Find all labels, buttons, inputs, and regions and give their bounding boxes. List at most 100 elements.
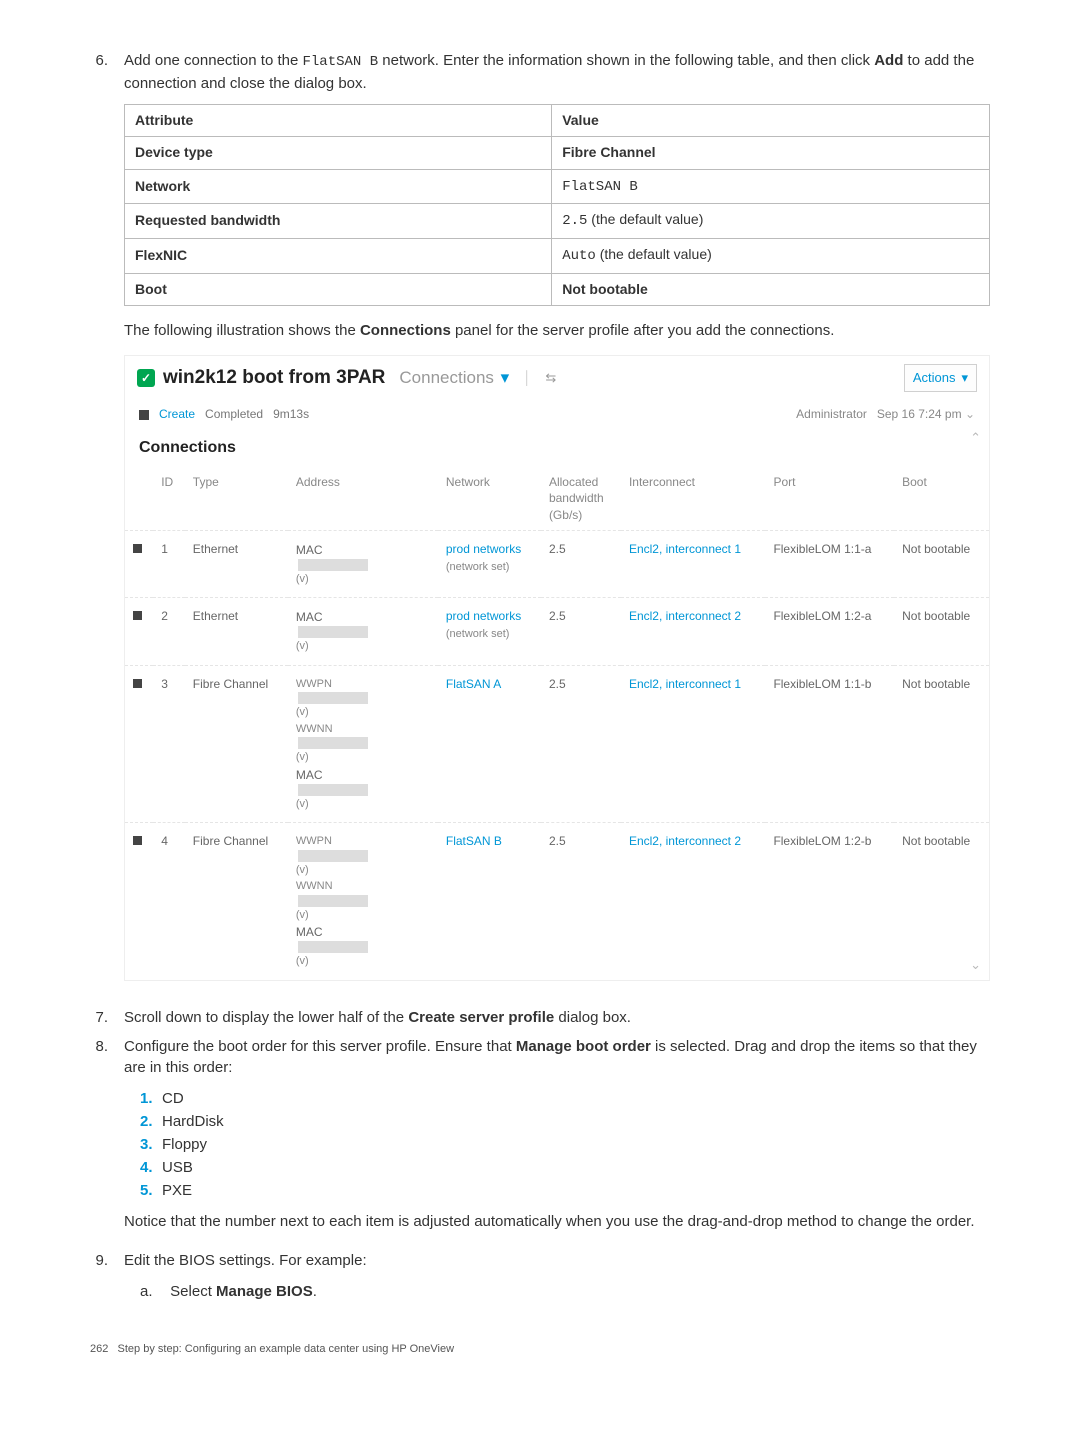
table-row: Device typeFibre Channel <box>125 137 990 170</box>
cell-port: FlexibleLOM 1:2-a <box>765 598 894 666</box>
step8-text: Configure the boot order for this server… <box>124 1036 990 1078</box>
step-7: 7. Scroll down to display the lower half… <box>90 1007 990 1028</box>
attr-cell: FlexNIC <box>125 238 552 273</box>
interconnect-link[interactable]: Encl2, interconnect 1 <box>629 677 741 691</box>
col-address: Address <box>288 468 438 531</box>
order-number: 5. <box>140 1180 162 1201</box>
cell-type: Fibre Channel <box>185 665 288 823</box>
network-link[interactable]: prod networks <box>446 609 521 623</box>
order-label: HardDisk <box>162 1113 224 1130</box>
header-attribute: Attribute <box>125 104 552 137</box>
network-link[interactable]: FlatSAN A <box>446 677 501 691</box>
addr-suffix: (v) <box>296 704 430 721</box>
addr-suffix: (v) <box>296 907 430 924</box>
cell-type: Ethernet <box>185 530 288 598</box>
step-number: 7. <box>90 1007 124 1028</box>
code-inline: FlatSAN B <box>562 179 638 195</box>
chevron-down-icon: ▾ <box>501 368 510 387</box>
value-cell: Fibre Channel <box>552 137 990 170</box>
addr-suffix: WWNN <box>296 878 430 895</box>
addr-label: MAC <box>296 541 430 571</box>
col-type: Type <box>185 468 288 531</box>
page-number: 262 <box>90 1343 108 1355</box>
cell-port: FlexibleLOM 1:1-a <box>765 530 894 598</box>
interconnect-link[interactable]: Encl2, interconnect 2 <box>629 609 741 623</box>
redacted-value <box>298 895 368 907</box>
network-link[interactable]: FlatSAN B <box>446 834 502 848</box>
bold-connections: Connections <box>360 322 451 339</box>
panel-subtitle[interactable]: Connections ▾ <box>399 366 509 390</box>
step-8: 8. Configure the boot order for this ser… <box>90 1036 990 1242</box>
sqcell <box>125 665 153 823</box>
addr-suffix: (v) <box>296 571 430 588</box>
code-inline: 2.5 <box>562 213 587 229</box>
text-fragment: (the default value) <box>587 211 703 227</box>
cell-network: prod networks(network set) <box>438 598 541 666</box>
order-number: 2. <box>140 1111 162 1132</box>
status-row: Create Completed 9m13s Administrator Sep… <box>125 396 989 433</box>
text-fragment: Select <box>170 1283 216 1300</box>
cell-boot: Not bootable <box>894 598 989 666</box>
addr-suffix: WWNN <box>296 721 430 738</box>
conn-table-row: 3Fibre ChannelWWPN(v)WWNN(v)MAC(v)FlatSA… <box>125 665 989 823</box>
cell-boot: Not bootable <box>894 530 989 598</box>
step-number: 6. <box>90 50 124 999</box>
col-boot: Boot <box>894 468 989 531</box>
order-label: PXE <box>162 1182 192 1199</box>
text-fragment: Configure the boot order for this server… <box>124 1038 516 1055</box>
cell-id: 1 <box>153 530 185 598</box>
header-value: Value <box>552 104 990 137</box>
col-network: Network <box>438 468 541 531</box>
boot-order-list: 1.CD2.HardDisk3.Floppy4.USB5.PXE <box>124 1088 990 1201</box>
cell-interconnect: Encl2, interconnect 2 <box>621 823 766 980</box>
table-header-row: Attribute Value <box>125 104 990 137</box>
cell-interconnect: Encl2, interconnect 1 <box>621 665 766 823</box>
network-link[interactable]: prod networks <box>446 542 521 556</box>
row-status-icon <box>133 544 142 553</box>
row-status-icon <box>133 836 142 845</box>
cell-id: 2 <box>153 598 185 666</box>
attr-cell: Device type <box>125 137 552 170</box>
redacted-value <box>298 626 368 638</box>
row-status-icon <box>133 679 142 688</box>
step-body: Edit the BIOS settings. For example: a. … <box>124 1250 990 1312</box>
actions-button[interactable]: Actions ▾ <box>904 364 977 392</box>
interconnect-link[interactable]: Encl2, interconnect 1 <box>629 542 741 556</box>
cell-id: 3 <box>153 665 185 823</box>
section-title: Connections <box>125 433 989 467</box>
step-9: 9. Edit the BIOS settings. For example: … <box>90 1250 990 1312</box>
bold-add: Add <box>874 52 903 69</box>
scroll-down-icon[interactable]: ⌄ <box>970 956 981 974</box>
addr-suffix: (v) <box>296 953 430 970</box>
addr-label: MAC <box>296 766 430 796</box>
boot-order-item: 5.PXE <box>140 1180 990 1201</box>
scroll-up-icon[interactable]: ⌃ <box>970 429 981 447</box>
after-table-paragraph: The following illustration shows the Con… <box>124 320 990 341</box>
connections-panel: ✓ win2k12 boot from 3PAR Connections ▾ │… <box>124 355 990 981</box>
cell-port: FlexibleLOM 1:2-b <box>765 823 894 980</box>
order-number: 4. <box>140 1157 162 1178</box>
conn-table-row: 4Fibre ChannelWWPN(v)WWNN(v)MAC(v)FlatSA… <box>125 823 989 980</box>
step-number: 8. <box>90 1036 124 1242</box>
link-icon[interactable]: ⇆ <box>545 369 556 387</box>
status-timestamp: Sep 16 7:24 pm ⌄ <box>877 406 975 423</box>
panel-subtitle-label: Connections <box>399 368 494 387</box>
text-fragment: panel for the server profile after you a… <box>451 322 835 339</box>
attr-cell: Network <box>125 169 552 204</box>
order-number: 3. <box>140 1134 162 1155</box>
text-fragment: Add one connection to the <box>124 52 302 69</box>
chevron-down-icon: ▾ <box>961 369 968 387</box>
redacted-value <box>298 559 368 571</box>
status-create-link[interactable]: Create <box>159 406 195 423</box>
cell-type: Fibre Channel <box>185 823 288 980</box>
code-inline: Auto <box>562 248 596 264</box>
sqcell <box>125 598 153 666</box>
cell-type: Ethernet <box>185 598 288 666</box>
addr-suffix: (v) <box>296 862 430 879</box>
interconnect-link[interactable]: Encl2, interconnect 2 <box>629 834 741 848</box>
cell-address: WWPN(v)WWNN(v)MAC(v) <box>288 823 438 980</box>
sqcell <box>125 823 153 980</box>
text-fragment: The following illustration shows the <box>124 322 360 339</box>
code-inline: FlatSAN B <box>302 54 378 70</box>
value-cell: 2.5 (the default value) <box>552 204 990 239</box>
